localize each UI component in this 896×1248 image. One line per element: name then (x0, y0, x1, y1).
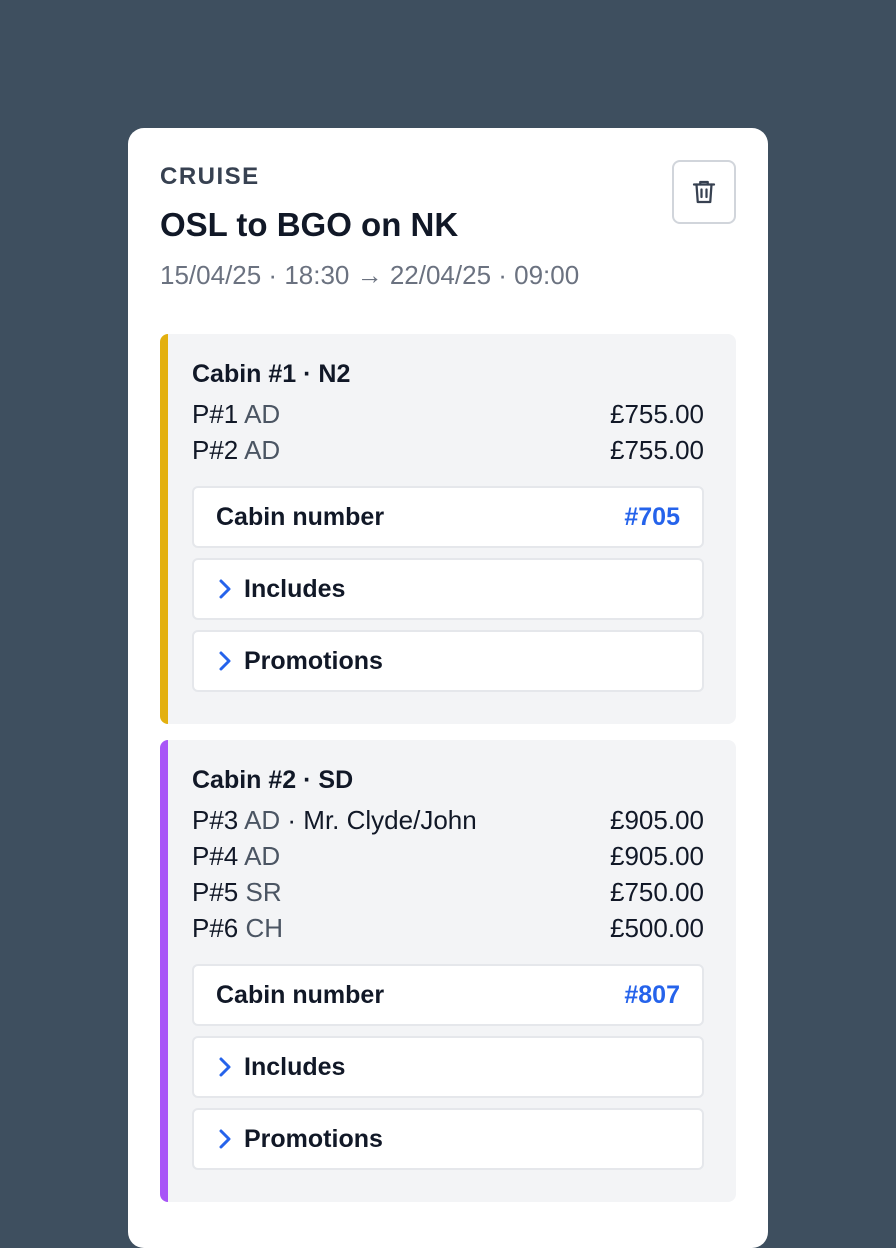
cabin-number-box: Cabin number #807 (192, 964, 704, 1026)
booking-card: CRUISE OSL to BGO on NK 15/04/25 · 18:30… (128, 128, 768, 1248)
chevron-right-icon (216, 1055, 234, 1079)
delete-button[interactable] (672, 160, 736, 224)
passenger-desc: P#2 AD (192, 432, 280, 468)
passenger-type: CH (245, 913, 284, 943)
passenger-price: £755.00 (610, 435, 704, 465)
cabin-card: Cabin #1 · N2 P#1 AD £755.00 P#2 AD £755… (160, 334, 736, 724)
passenger-id: P#1 (192, 399, 239, 429)
passenger-desc: P#1 AD (192, 396, 280, 432)
includes-toggle[interactable]: Includes (192, 1036, 704, 1098)
cabin-title: Cabin #2 · SD (192, 766, 354, 794)
passenger-name: · Mr. Clyde/John (280, 805, 477, 835)
trash-icon (689, 177, 719, 207)
chevron-right-icon (216, 577, 234, 601)
passenger-desc: P#3 AD · Mr. Clyde/John (192, 802, 477, 838)
booking-title: OSL to BGO on NK (160, 206, 459, 243)
passenger-id: P#3 (192, 805, 239, 835)
includes-label: Includes (244, 1052, 346, 1081)
cabin-number-link[interactable]: #705 (624, 503, 680, 532)
cabin-number-box: Cabin number #705 (192, 486, 704, 548)
passenger-type: AD (244, 841, 281, 871)
passenger-id: P#6 (192, 913, 239, 943)
passenger-price: £500.00 (610, 913, 704, 943)
passenger-id: P#4 (192, 841, 239, 871)
passenger-type: AD (244, 805, 281, 835)
passenger-list: P#3 AD · Mr. Clyde/John £905.00 P#4 AD £… (192, 802, 704, 946)
passenger-desc: P#4 AD (192, 838, 280, 874)
cabin-title: Cabin #1 · N2 (192, 360, 351, 388)
cabin-color-bar (160, 334, 168, 724)
cabin-list: Cabin #1 · N2 P#1 AD £755.00 P#2 AD £755… (160, 334, 736, 1202)
passenger-row: P#4 AD £905.00 (192, 838, 704, 874)
passenger-row: P#3 AD · Mr. Clyde/John £905.00 (192, 802, 704, 838)
cabin-number-link[interactable]: #807 (624, 981, 680, 1010)
passenger-row: P#6 CH £500.00 (192, 910, 704, 946)
cabin-card: Cabin #2 · SD P#3 AD · Mr. Clyde/John £9… (160, 740, 736, 1202)
passenger-id: P#2 (192, 435, 239, 465)
promotions-label: Promotions (244, 1124, 383, 1153)
passenger-row: P#2 AD £755.00 (192, 432, 704, 468)
passenger-type: AD (244, 399, 281, 429)
cabin-color-bar (160, 740, 168, 1202)
passenger-desc: P#5 SR (192, 874, 282, 910)
chevron-right-icon (216, 649, 234, 673)
promotions-label: Promotions (244, 646, 383, 675)
passenger-row: P#5 SR £750.00 (192, 874, 704, 910)
promotions-toggle[interactable]: Promotions (192, 630, 704, 692)
cabin-number-label: Cabin number (216, 980, 385, 1009)
passenger-price: £905.00 (610, 841, 704, 871)
booking-dates: 15/04/25 · 18:30 → 22/04/25 · 09:00 (160, 260, 580, 290)
passenger-price: £905.00 (610, 805, 704, 835)
booking-category: CRUISE (160, 163, 260, 190)
cabin-number-label: Cabin number (216, 502, 385, 531)
passenger-type: AD (244, 435, 281, 465)
passenger-row: P#1 AD £755.00 (192, 396, 704, 432)
includes-label: Includes (244, 574, 346, 603)
passenger-desc: P#6 CH (192, 910, 283, 946)
passenger-price: £750.00 (610, 877, 704, 907)
chevron-right-icon (216, 1127, 234, 1151)
passenger-list: P#1 AD £755.00 P#2 AD £755.00 (192, 396, 704, 468)
passenger-type: SR (245, 877, 282, 907)
includes-toggle[interactable]: Includes (192, 558, 704, 620)
passenger-price: £755.00 (610, 399, 704, 429)
passenger-id: P#5 (192, 877, 239, 907)
promotions-toggle[interactable]: Promotions (192, 1108, 704, 1170)
